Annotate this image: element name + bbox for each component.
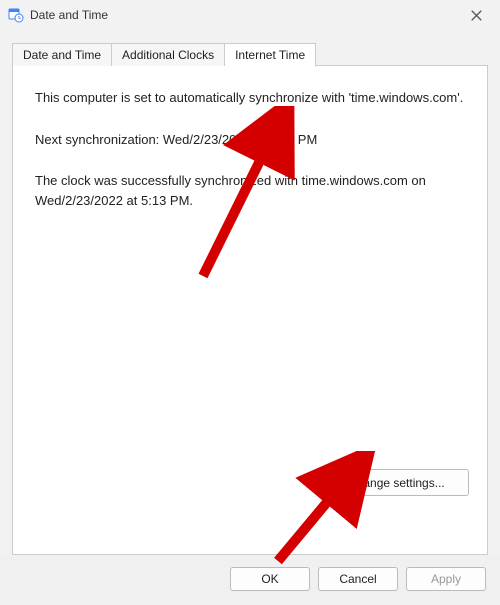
tabs-row: Date and Time Additional Clocks Internet… — [12, 42, 488, 66]
ok-button[interactable]: OK — [230, 567, 310, 591]
change-settings-label: Change settings... — [348, 476, 445, 490]
change-settings-button[interactable]: Change settings... — [319, 469, 469, 496]
window-title: Date and Time — [30, 8, 456, 22]
tabs-container: Date and Time Additional Clocks Internet… — [0, 30, 500, 555]
sync-intro-text: This computer is set to automatically sy… — [35, 88, 469, 108]
last-sync-text: The clock was successfully synchronized … — [35, 171, 469, 210]
calendar-clock-icon — [8, 7, 24, 23]
apply-button[interactable]: Apply — [406, 567, 486, 591]
date-time-dialog: Date and Time Date and Time Additional C… — [0, 0, 500, 605]
close-icon — [471, 10, 482, 21]
shield-icon — [330, 474, 344, 491]
close-button[interactable] — [456, 3, 496, 27]
tab-internet-time[interactable]: Internet Time — [225, 43, 316, 67]
cancel-button[interactable]: Cancel — [318, 567, 398, 591]
next-sync-text: Next synchronization: Wed/2/23/2022 at 7… — [35, 130, 469, 150]
dialog-footer: OK Cancel Apply — [0, 555, 500, 605]
tab-date-and-time[interactable]: Date and Time — [12, 43, 112, 66]
change-settings-row: Change settings... — [35, 469, 469, 496]
titlebar: Date and Time — [0, 0, 500, 30]
tab-additional-clocks[interactable]: Additional Clocks — [112, 43, 225, 66]
internet-time-panel: This computer is set to automatically sy… — [12, 65, 488, 555]
